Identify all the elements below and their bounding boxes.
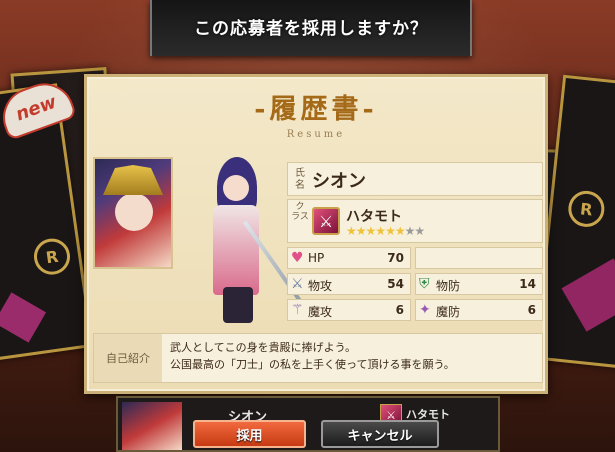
name-row: 氏名 シオン	[287, 162, 543, 196]
cancel-button[interactable]: キャンセル	[321, 420, 439, 448]
sword-icon: ⚔	[312, 207, 340, 235]
stat-label: 魔防	[436, 305, 461, 319]
character-portrait	[93, 157, 173, 269]
resume-title: -履歴書-	[254, 94, 378, 125]
mini-portrait	[122, 402, 182, 450]
star-filled-icon: ★	[346, 224, 357, 238]
stat-physical-defense: ⛨ 物防 14	[415, 273, 543, 295]
heart-icon: ♥	[291, 250, 304, 266]
intro-label: 自己紹介	[94, 334, 162, 382]
stat-label: 物防	[436, 279, 461, 293]
stat-value: 6	[527, 303, 536, 317]
stat-value: 6	[395, 303, 404, 317]
resume-panel: -履歴書- Resume 氏名 シオン クラス ⚔ ハタモト ★★★★★★★★ …	[84, 74, 548, 394]
background-character-card: シオン ⚔ ハタモト ★★★	[116, 396, 500, 452]
stat-empty	[415, 247, 543, 269]
stat-label: 物攻	[308, 279, 333, 293]
stat-magic-defense: ✦ 魔防 6	[415, 299, 543, 321]
class-name: ハタモト	[346, 209, 402, 225]
stat-value: 14	[519, 277, 536, 291]
card-emblem-icon: R	[566, 189, 607, 229]
stat-label: HP	[308, 251, 325, 265]
star-filled-icon: ★	[375, 224, 386, 238]
shield-icon: ⛨	[419, 276, 430, 292]
intro-line: 公国最高の「刀士」の私を上手く使って頂ける事を願う。	[170, 358, 455, 371]
character-sprite	[199, 157, 310, 327]
class-row: クラス ⚔ ハタモト ★★★★★★★★	[287, 199, 543, 243]
name-label: 氏名	[295, 168, 305, 191]
stat-magic-attack: ⚚ 魔攻 6	[287, 299, 411, 321]
star-filled-icon: ★	[355, 224, 367, 238]
stat-label: 魔攻	[308, 305, 333, 319]
card-emblem-icon: R	[31, 236, 73, 277]
self-introduction: 自己紹介 武人としてこの身を貴殿に捧げよう。 公国最高の「刀士」の私を上手く使っ…	[93, 333, 543, 383]
staff-icon: ⚚	[291, 302, 304, 318]
star-filled-icon: ★	[385, 224, 396, 238]
star-filled-icon: ★	[394, 224, 406, 238]
header-banner: この応募者を採用しますか？	[150, 0, 472, 56]
class-label: クラス	[291, 202, 309, 222]
dialog-question: この応募者を採用しますか？	[194, 19, 428, 39]
sword-icon: ⚔	[291, 276, 304, 292]
stat-physical-attack: ⚔ 物攻 54	[287, 273, 411, 295]
resume-subtitle: Resume	[286, 129, 346, 140]
star-empty-icon: ★	[414, 224, 425, 238]
character-name: シオン	[312, 171, 366, 192]
rarity-stars: ★★★★★★★★	[346, 224, 425, 238]
intro-line: 武人としてこの身を貴殿に捧げよう。	[170, 341, 357, 354]
hire-button[interactable]: 採用	[193, 420, 306, 448]
stat-hp: ♥ HP 70	[287, 247, 411, 269]
star-empty-icon: ★	[404, 224, 416, 238]
stat-value: 54	[387, 277, 404, 291]
magic-shield-icon: ✦	[419, 302, 431, 318]
star-filled-icon: ★	[365, 224, 377, 238]
stat-value: 70	[387, 251, 404, 265]
intro-text: 武人としてこの身を貴殿に捧げよう。 公国最高の「刀士」の私を上手く使って頂ける事…	[170, 339, 455, 373]
